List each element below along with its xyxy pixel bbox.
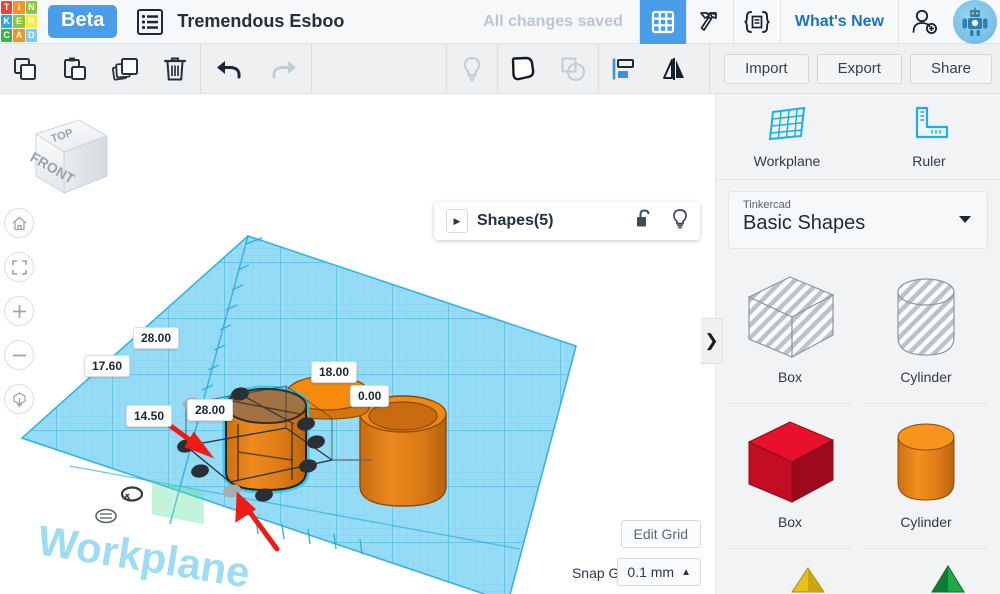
robot-avatar-icon[interactable] [953, 0, 997, 44]
logo-tile: D [25, 28, 37, 42]
shapes-list-panel[interactable]: ▶ Shapes(5) [434, 202, 700, 240]
share-button[interactable]: Share [909, 53, 992, 84]
logo-tile: I [13, 0, 25, 14]
file-actions: Import Export Share [724, 53, 1000, 84]
shape-tile-label: Cylinder [900, 369, 952, 385]
shape-tile-cylinder-hole[interactable]: Cylinder [858, 259, 994, 404]
snap-markers [95, 480, 204, 524]
undo-arrow-icon[interactable] [201, 44, 256, 94]
logo-tile: N [25, 0, 37, 14]
workplane-tool-label: Workplane [753, 153, 821, 169]
whats-new-link[interactable]: What's New [779, 0, 898, 44]
export-button[interactable]: Export [816, 53, 902, 84]
redo-arrow-icon [256, 44, 311, 94]
logo-tile: K [1, 14, 13, 28]
workplane-grid-icon [768, 106, 806, 141]
group-icon[interactable] [498, 44, 548, 94]
edit-grid-button[interactable]: Edit Grid [620, 520, 701, 548]
shape-tiles-grid: Box Cylinder Box Cylinder [716, 259, 1000, 549]
measurement-chip[interactable]: 14.50 [126, 405, 173, 427]
beta-badge: Beta [48, 5, 118, 38]
ortho-perspective-toggle[interactable] [4, 384, 34, 414]
snap-grid-select[interactable]: 0.1 mm ▲ [617, 558, 701, 586]
ruler-icon [915, 106, 949, 139]
toolbar-divider [311, 43, 312, 94]
shape-library-dropdown[interactable]: Tinkercad Basic Shapes [728, 191, 988, 249]
shape-tile-cylinder-solid[interactable]: Cylinder [858, 404, 994, 549]
lightbulb-icon [447, 44, 497, 94]
ungroup-icon [548, 44, 598, 94]
caret-up-icon: ▲ [681, 566, 691, 578]
zoom-out-button[interactable] [4, 340, 34, 370]
import-button[interactable]: Import [724, 53, 809, 84]
grid-apps-icon[interactable] [638, 0, 686, 44]
toolbar-divider [709, 43, 711, 94]
library-collection-label: Basic Shapes [743, 212, 866, 234]
measurement-chip[interactable]: 28.00 [187, 399, 234, 421]
list-menu-icon[interactable] [137, 8, 164, 35]
3d-workspace-canvas[interactable]: Workplane TOP FRONT ▶ Shapes(5) 28.00 17… [0, 94, 715, 594]
delete-trash-icon[interactable] [150, 44, 200, 94]
panel-collapse-button[interactable]: ❯ [701, 318, 723, 364]
logo-tile: A [13, 28, 25, 42]
ruler-tool[interactable]: Ruler [858, 94, 1000, 179]
logo-tile: E [13, 14, 25, 28]
shape-tile-box-hole[interactable]: Box [722, 259, 858, 404]
caret-down-icon [959, 216, 971, 223]
home-view-button[interactable] [4, 208, 34, 238]
snap-grid-value: 0.1 mm [627, 564, 675, 580]
paste-icon[interactable] [50, 44, 100, 94]
view-cube[interactable]: TOP FRONT [14, 106, 114, 201]
fit-to-view-button[interactable] [4, 252, 34, 282]
workplane-watermark: Workplane [35, 516, 254, 594]
shape-tile-label: Box [777, 514, 803, 530]
library-provider-label: Tinkercad [743, 199, 791, 211]
shape-tile-label: Cylinder [900, 514, 952, 530]
save-status-text: All changes saved [483, 12, 623, 30]
unlocked-padlock-icon[interactable] [636, 209, 652, 233]
lightbulb-icon[interactable] [672, 208, 688, 234]
logo-tile: R [25, 14, 37, 28]
shapes-count-label: Shapes(5) [477, 212, 554, 229]
measurement-chip[interactable]: 28.00 [133, 327, 180, 349]
measurement-chip[interactable]: 17.60 [84, 355, 131, 377]
app-header: T I N K E R C A D Beta Tremendous Esboo … [0, 0, 1000, 44]
zoom-in-button[interactable] [4, 296, 34, 326]
workplane-tool[interactable]: Workplane [716, 94, 858, 179]
shapes-library-panel: Workplane Ruler Tinkercad Basic Shapes B… [715, 94, 1000, 594]
panel-tools-row: Workplane Ruler [716, 94, 1000, 180]
ruler-tool-label: Ruler [912, 153, 946, 169]
codeblocks-icon[interactable] [732, 0, 780, 44]
measurement-chip[interactable]: 0.00 [350, 385, 390, 407]
shape-tile-label: Box [777, 369, 803, 385]
partial-shapes-row [716, 546, 1000, 594]
duplicate-icon[interactable] [100, 44, 150, 94]
edit-toolbar: Import Export Share [0, 43, 1000, 94]
tube-cylinder-object [359, 395, 447, 507]
tinkercad-logo[interactable]: T I N K E R C A D [0, 0, 38, 44]
logo-tile: T [1, 0, 13, 14]
document-title[interactable]: Tremendous Esboo [177, 11, 344, 32]
chevron-right-icon[interactable]: ▶ [446, 209, 468, 233]
copy-icon[interactable] [0, 44, 50, 94]
add-person-icon[interactable] [898, 0, 950, 44]
mirror-flip-icon[interactable] [649, 44, 699, 94]
pickaxe-minecraft-icon[interactable] [685, 0, 733, 44]
shape-tile-box-solid[interactable]: Box [722, 404, 858, 549]
measurement-chip[interactable]: 18.00 [311, 361, 358, 383]
align-icon[interactable] [599, 44, 649, 94]
logo-tile: C [1, 28, 13, 42]
